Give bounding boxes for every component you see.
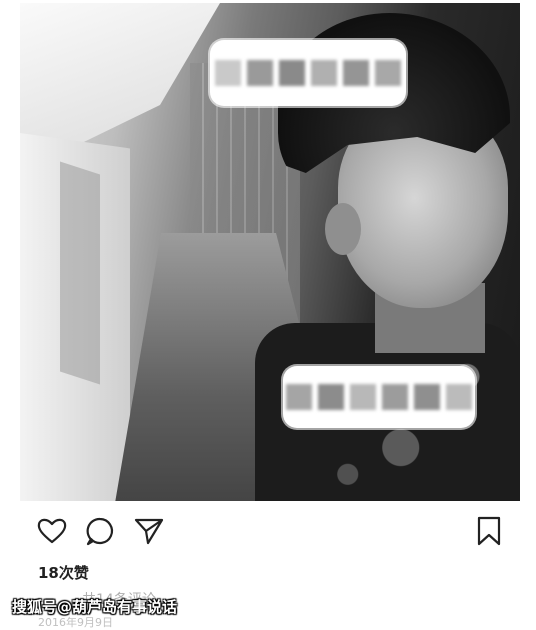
- redaction-bottom: [283, 366, 475, 428]
- redaction-top: [210, 40, 406, 106]
- send-icon[interactable]: [133, 515, 165, 547]
- post-photo[interactable]: [20, 3, 520, 501]
- photo-ear: [325, 203, 361, 255]
- heart-icon[interactable]: [36, 515, 68, 547]
- like-count[interactable]: 18次赞: [38, 562, 89, 583]
- photo-door: [60, 161, 100, 385]
- post-action-bar: [36, 515, 506, 549]
- bookmark-icon[interactable]: [473, 515, 505, 547]
- comment-bubble-icon[interactable]: [84, 515, 116, 547]
- source-watermark: 搜狐号@葫芦岛有事说话: [12, 598, 178, 616]
